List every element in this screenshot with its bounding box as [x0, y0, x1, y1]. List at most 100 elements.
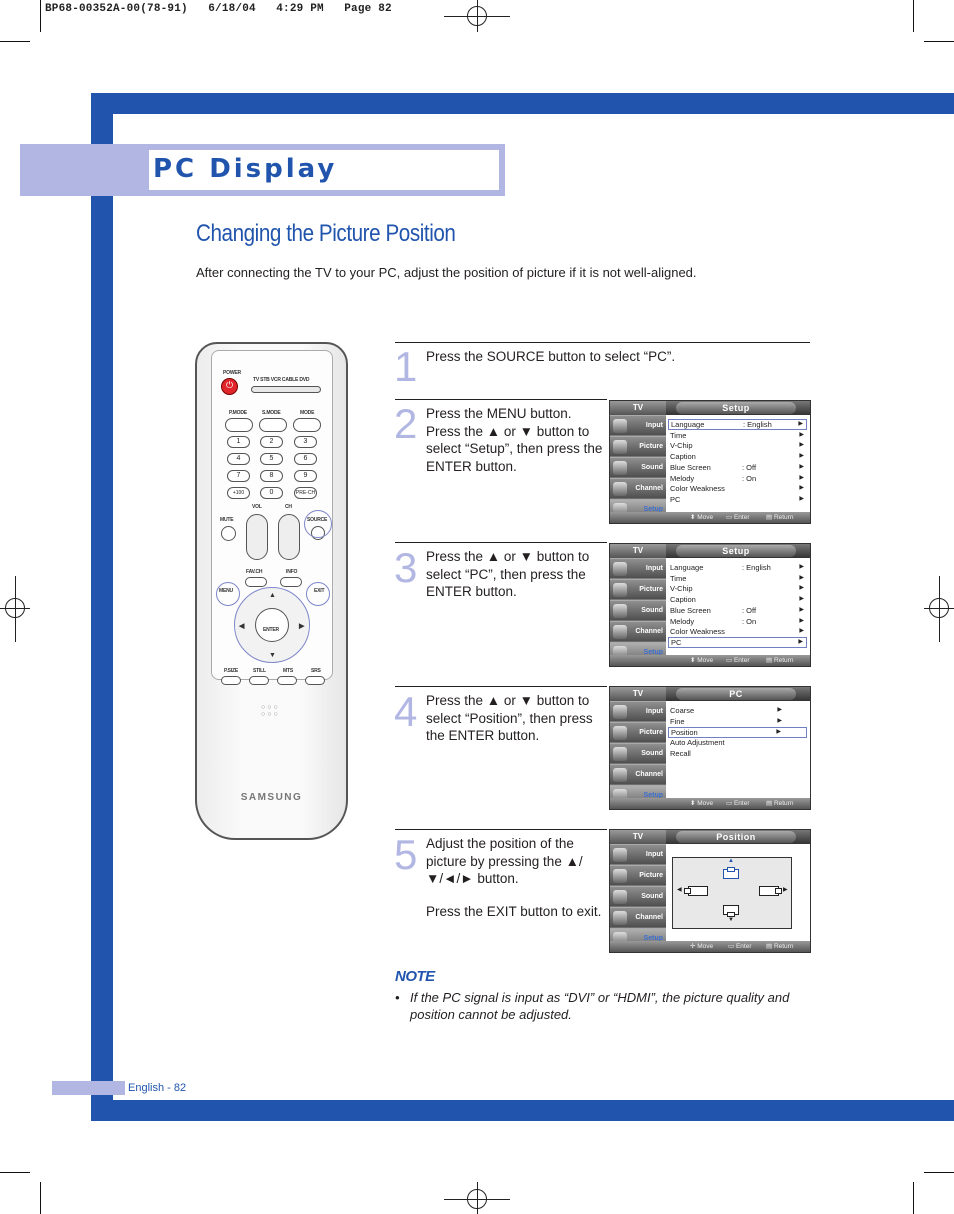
pmode-button: [225, 418, 253, 432]
osd-item-caption: Caption ▶: [668, 451, 807, 462]
step-5-text: Adjust the position of the picture by pr…: [426, 836, 583, 886]
crop-mark: [0, 41, 30, 42]
prech-button: PRE-CH: [294, 487, 317, 499]
input-icon: [613, 562, 627, 576]
position-left-inner: [684, 888, 691, 894]
arrow-right-icon: ▶: [799, 564, 804, 570]
osd-tab-sound: Sound: [610, 743, 666, 763]
picture-icon: [613, 726, 627, 740]
osd-tab-input: Input: [610, 558, 666, 578]
osd-item-vchip: V-Chip ▶: [668, 583, 807, 594]
osd-enter-hint: ▭ Enter: [726, 800, 750, 807]
osd-enter-hint: ▭ Enter: [726, 657, 750, 664]
osd-tab-label: Picture: [639, 729, 663, 736]
arrow-right-icon: ▶: [799, 464, 804, 470]
remote-brand-logo: SAMSUNG: [240, 792, 303, 803]
osd-item-color-weakness: Color Weakness ▶: [668, 626, 807, 637]
frame-left-bar: [91, 93, 113, 1121]
source-highlight-ring: [304, 510, 332, 538]
osd-tab-label: Input: [645, 565, 663, 572]
position-left-indicator: [688, 886, 708, 896]
osd-move-hint: ⬍ Move: [690, 514, 714, 521]
mts-label: MTS: [283, 668, 293, 674]
psize-button: [221, 676, 241, 685]
osd-item-value: : English: [742, 563, 771, 572]
osd-tab-channel: Channel: [610, 478, 666, 498]
print-slug: BP68-00352A-00(78-91) 6/18/04 4:29 PM Pa…: [45, 3, 392, 15]
osd-item-caption: Caption ▶: [668, 594, 807, 605]
sound-icon: [613, 747, 627, 761]
step-3-text: Press the ▲ or ▼ button to select “PC”, …: [426, 549, 590, 599]
osd-item-label: PC: [670, 495, 681, 504]
osd-item-label: Fine: [670, 717, 685, 726]
osd-title: PC: [676, 688, 796, 700]
channel-icon: [613, 768, 627, 782]
osd-item-value: : English: [743, 420, 772, 429]
page-title: PC Display: [153, 154, 338, 184]
osd-tab-label: Channel: [635, 914, 663, 921]
osd-tab-label: Picture: [639, 443, 663, 450]
osd-tv-label: TV: [610, 687, 666, 701]
mode-label: MODE: [300, 410, 315, 416]
osd-tab-input: Input: [610, 415, 666, 435]
osd-item-recall: Recall: [668, 748, 807, 759]
step-1-text: Press the SOURCE button to select “PC”.: [426, 349, 676, 364]
crop-mark: [913, 1182, 914, 1214]
osd-item-label: Language: [670, 563, 704, 572]
arrow-right-icon: ▶: [799, 628, 804, 634]
osd-item-pc: PC ▶: [668, 637, 807, 648]
osd-item-label: Blue Screen: [670, 606, 711, 615]
osd-footer: ✛ Move ▭ Enter ▤ Return: [610, 941, 810, 952]
osd-item-pc: PC ▶: [668, 494, 807, 505]
osd-item-value: : Off: [742, 463, 757, 472]
osd-tab-picture: Picture: [610, 579, 666, 599]
osd-item-label: V-Chip: [670, 441, 693, 450]
osd-enter-hint: ▭ Enter: [728, 943, 752, 950]
mts-button: [277, 676, 297, 685]
step-number: 5: [394, 831, 418, 878]
source-mode-labels: TV STB VCR CABLE DVD: [253, 377, 310, 383]
osd-move-hint: ✛ Move: [690, 943, 714, 950]
osd-tab-picture: Picture: [610, 865, 666, 885]
osd-item-label: Color Weakness: [670, 484, 725, 493]
registration-line: [477, 1182, 478, 1214]
osd-tab-channel: Channel: [610, 621, 666, 641]
intro-text: After connecting the TV to your PC, adju…: [196, 265, 697, 280]
left-arrow-icon: ◀: [677, 887, 682, 893]
arrow-right-icon: ▶: [799, 496, 804, 502]
osd-tab-label: Picture: [639, 586, 663, 593]
section-title: Changing the Picture Position: [196, 220, 456, 247]
crop-mark: [40, 1182, 41, 1214]
osd-item-label: Melody: [670, 617, 695, 626]
osd-title: Setup: [676, 402, 796, 414]
picture-icon: [613, 869, 627, 883]
plus100-button: +100: [227, 487, 250, 499]
footer-band: [52, 1081, 125, 1095]
osd-tab-picture: Picture: [610, 436, 666, 456]
digit-button: 4: [227, 453, 250, 465]
osd-footer: ⬍ Move ▭ Enter ▤ Return: [610, 798, 810, 809]
frame-top-bar: [91, 93, 954, 114]
bullet-icon: •: [395, 990, 400, 1005]
arrow-right-icon: ▶: [798, 639, 803, 645]
osd-item-label: Blue Screen: [670, 463, 711, 472]
page-number: English - 82: [128, 1082, 187, 1094]
osd-return-hint: ▤ Return: [766, 657, 794, 664]
picture-icon: [613, 583, 627, 597]
osd-tab-picture: Picture: [610, 722, 666, 742]
osd-setup-menu: TV Input Picture Sound Channel Setup Set…: [609, 400, 811, 524]
info-button: [280, 577, 302, 587]
osd-item-label: PC: [671, 638, 682, 647]
osd-tv-label: TV: [610, 544, 666, 558]
sound-icon: [613, 461, 627, 475]
digit-button: 1: [227, 436, 250, 448]
arrow-right-icon: ▶: [799, 453, 804, 459]
exit-label: EXIT: [314, 588, 325, 594]
osd-tab-label: Sound: [641, 750, 663, 757]
osd-footer: ⬍ Move ▭ Enter ▤ Return: [610, 512, 810, 523]
input-icon: [613, 705, 627, 719]
osd-tab-label: Sound: [641, 607, 663, 614]
right-arrow-icon: ▶: [783, 887, 788, 893]
crop-mark: [0, 1172, 30, 1173]
position-up-inner: [727, 867, 735, 872]
